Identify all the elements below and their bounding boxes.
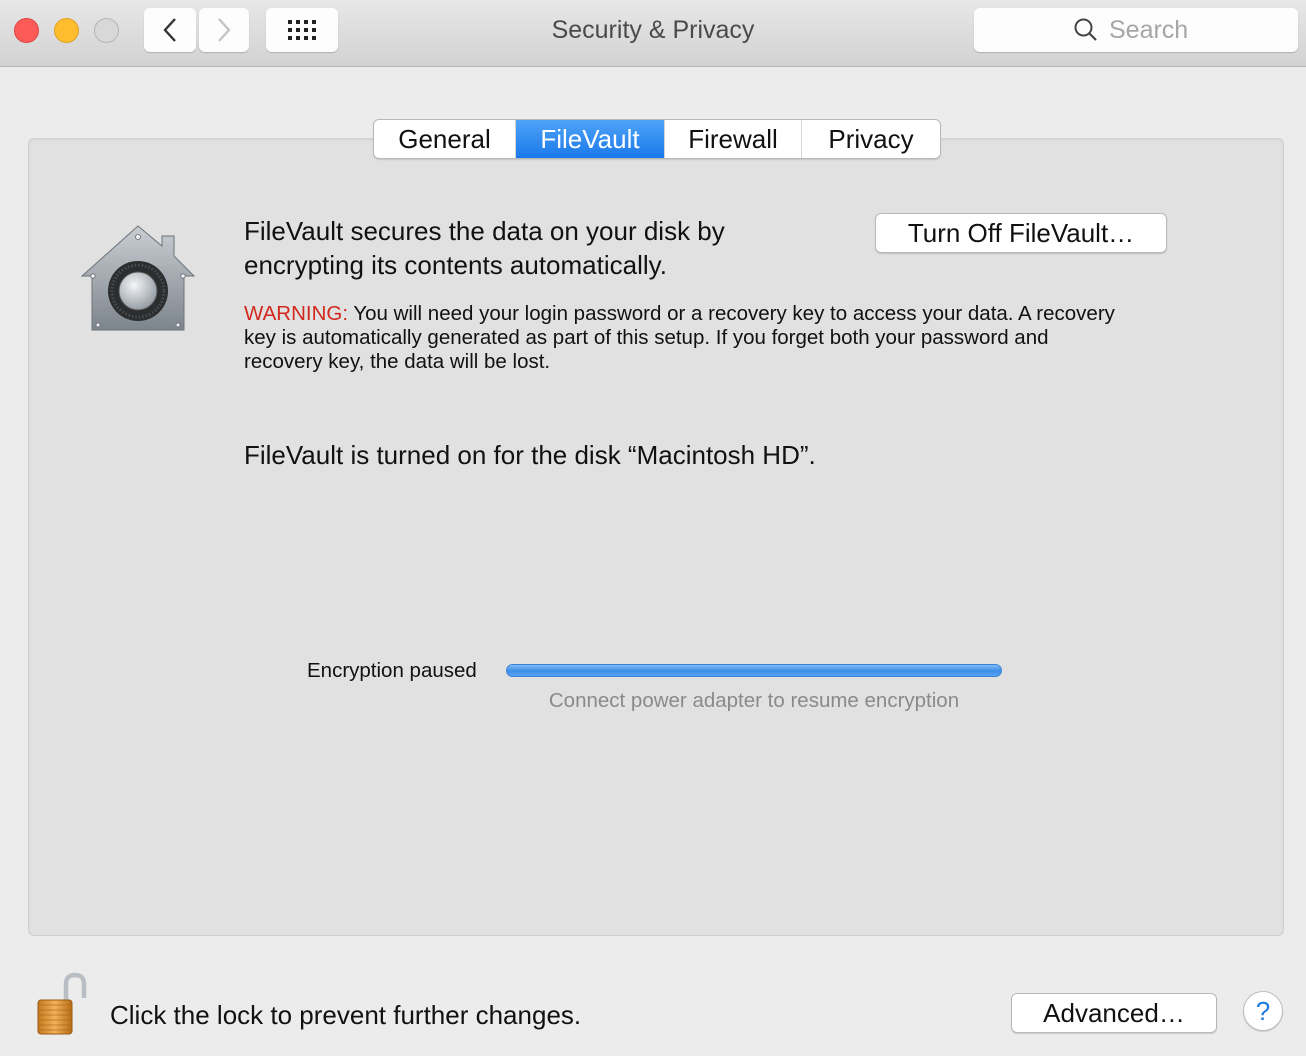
back-button[interactable] <box>144 8 196 52</box>
show-all-button[interactable] <box>266 8 338 52</box>
encryption-progress-bar <box>506 664 1002 677</box>
title-bar: Security & Privacy <box>0 0 1306 67</box>
minimize-window-button[interactable] <box>54 18 79 43</box>
grid-icon <box>288 20 316 40</box>
close-window-button[interactable] <box>14 18 39 43</box>
filevault-description: FileVault secures the data on your disk … <box>244 216 725 280</box>
zoom-window-button[interactable] <box>94 18 119 43</box>
filevault-status: FileVault is turned on for the disk “Mac… <box>244 440 816 470</box>
tab-general[interactable]: General <box>374 120 516 158</box>
unlocked-padlock-icon[interactable] <box>36 972 88 1036</box>
tab-firewall[interactable]: Firewall <box>665 120 802 158</box>
forward-button[interactable] <box>199 8 249 52</box>
filevault-house-safe-icon <box>80 225 196 331</box>
tab-bar: General FileVault Firewall Privacy <box>373 119 941 159</box>
encryption-progress-fill <box>506 664 1002 677</box>
warning-label: WARNING: <box>244 302 349 325</box>
chevron-left-icon <box>163 18 176 42</box>
advanced-button[interactable]: Advanced… <box>1011 993 1217 1033</box>
tab-filevault[interactable]: FileVault <box>516 120 665 158</box>
tab-privacy[interactable]: Privacy <box>802 120 940 158</box>
help-button[interactable]: ? <box>1243 991 1283 1031</box>
search-input[interactable] <box>1109 15 1199 45</box>
encryption-status-label: Encryption paused <box>307 659 477 682</box>
turn-off-filevault-button[interactable]: Turn Off FileVault… <box>875 213 1167 253</box>
lock-instruction: Click the lock to prevent further change… <box>110 1000 582 1030</box>
warning-message: WARNING: You will need your login passwo… <box>244 302 1124 374</box>
search-icon <box>1074 18 1097 41</box>
encryption-hint: Connect power adapter to resume encrypti… <box>548 689 960 712</box>
chevron-right-icon <box>218 18 231 42</box>
warning-text: You will need your login password or a r… <box>244 302 1115 373</box>
search-field[interactable] <box>974 8 1298 52</box>
